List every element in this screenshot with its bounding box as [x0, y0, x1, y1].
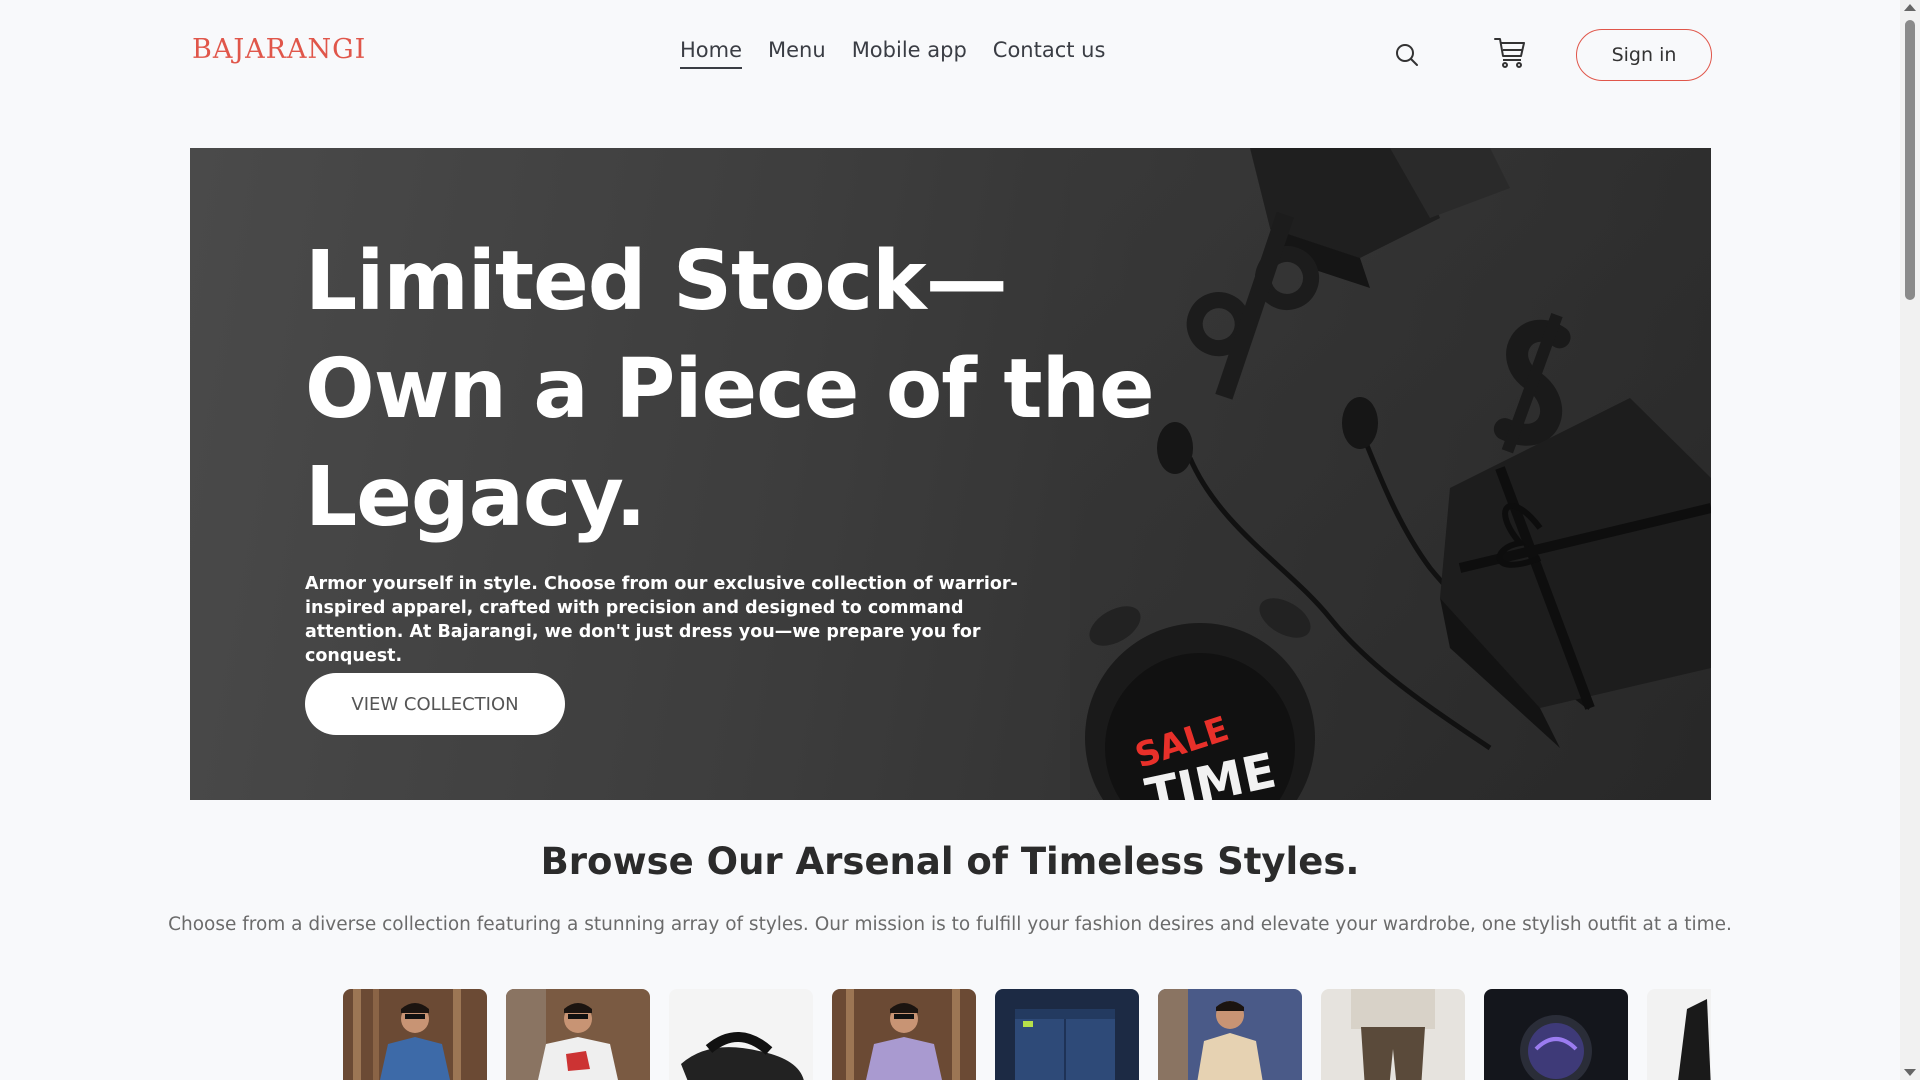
hero-title-line: Own a Piece of the — [305, 342, 1155, 437]
hero-title: Limited Stock— Own a Piece of the Legacy… — [305, 228, 1205, 552]
main-nav: Home Menu Mobile app Contact us — [680, 38, 1105, 69]
product-thumb-jeans[interactable] — [995, 989, 1139, 1080]
search-icon — [1396, 44, 1418, 66]
product-thumb-sandal[interactable] — [669, 989, 813, 1080]
hero-title-line: Limited Stock— — [305, 234, 1008, 329]
page-scrollbar[interactable] — [1900, 0, 1920, 1080]
site-header: BAJARANGI Home Menu Mobile app Contact u… — [0, 0, 1900, 110]
product-thumb-smartwatch[interactable] — [1484, 989, 1628, 1080]
product-thumb-kurta[interactable] — [1158, 989, 1302, 1080]
scroll-down-arrow-icon[interactable] — [1904, 1069, 1916, 1076]
hero-banner: SALE TIME Limited Stock— Own a Piece of … — [190, 148, 1711, 800]
cart-icon — [1494, 38, 1525, 68]
hero-title-line: Legacy. — [305, 450, 647, 545]
nav-item-home[interactable]: Home — [680, 38, 743, 69]
nav-item-menu[interactable]: Menu — [768, 38, 826, 69]
product-thumb-white-tshirt[interactable] — [506, 989, 650, 1080]
sign-in-button[interactable]: Sign in — [1576, 29, 1712, 81]
scroll-up-arrow-icon[interactable] — [1904, 4, 1916, 11]
product-thumb-jacket[interactable] — [1647, 989, 1711, 1080]
product-thumb-lavender-shirt[interactable] — [832, 989, 976, 1080]
product-carousel — [343, 989, 1711, 1080]
product-thumb-trousers[interactable] — [1321, 989, 1465, 1080]
nav-item-mobile-app[interactable]: Mobile app — [852, 38, 967, 69]
cart-button[interactable] — [1492, 34, 1528, 70]
section-subtitle: Choose from a diverse collection featuri… — [168, 914, 1732, 935]
brand-logo[interactable]: BAJARANGI — [192, 34, 366, 65]
scrollbar-thumb[interactable] — [1905, 20, 1915, 300]
section-title: Browse Our Arsenal of Timeless Styles. — [540, 840, 1360, 883]
view-collection-button[interactable]: VIEW COLLECTION — [305, 673, 565, 735]
hero-description: Armor yourself in style. Choose from our… — [305, 574, 1018, 666]
nav-item-contact-us[interactable]: Contact us — [993, 38, 1106, 69]
search-button[interactable] — [1392, 40, 1422, 70]
product-thumb-blue-shirt[interactable] — [343, 989, 487, 1080]
